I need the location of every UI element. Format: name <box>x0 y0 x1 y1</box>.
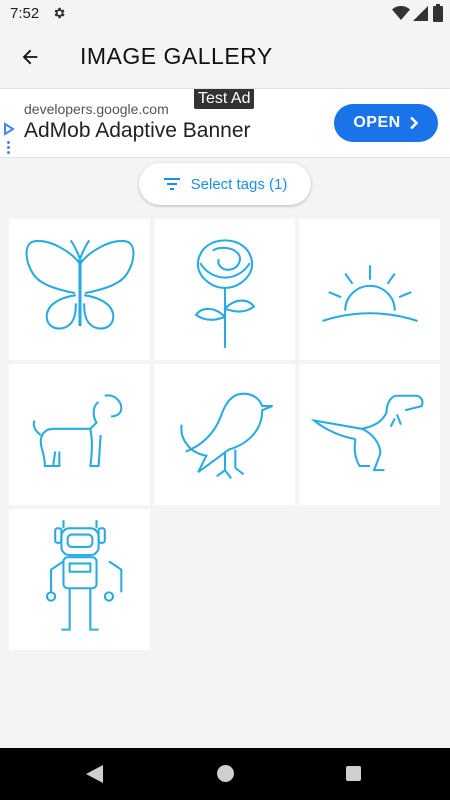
wifi-icon <box>392 6 410 20</box>
rose-image <box>194 238 255 348</box>
gallery-item-robot[interactable] <box>9 509 150 650</box>
gear-icon <box>54 7 65 19</box>
sunrise-image <box>321 264 418 322</box>
ad-headline: AdMob Adaptive Banner <box>24 119 251 142</box>
ad-open-label: OPEN <box>353 114 401 131</box>
battery-icon <box>433 4 443 22</box>
ad-open-button[interactable]: OPEN <box>334 104 438 142</box>
back-button[interactable] <box>14 41 46 73</box>
page-title: IMAGE GALLERY <box>80 43 273 69</box>
system-nav-bar <box>0 748 450 800</box>
nav-home-icon[interactable] <box>217 765 234 782</box>
nav-recents-icon[interactable] <box>346 766 361 781</box>
dinosaur-image <box>310 394 423 471</box>
signal-icon <box>413 6 428 21</box>
select-tags-button[interactable]: Select tags (1) <box>139 163 311 205</box>
gallery-item-sunrise[interactable] <box>299 219 440 360</box>
dog-image <box>32 393 122 467</box>
status-bar: 7:52 <box>0 0 450 28</box>
gallery-item-dinosaur[interactable] <box>299 364 440 505</box>
filter-list-icon <box>163 178 180 190</box>
arrow-back-icon <box>22 49 38 65</box>
test-ad-label: Test Ad <box>194 89 255 109</box>
ad-menu-icon[interactable] <box>7 141 10 156</box>
gallery-item-rose[interactable] <box>154 219 295 360</box>
status-time: 7:52 <box>10 5 40 22</box>
app-bar: IMAGE GALLERY <box>0 28 450 86</box>
butterfly-image <box>24 239 135 330</box>
select-tags-label: Select tags (1) <box>190 175 288 193</box>
robot-image <box>45 519 122 631</box>
ad-banner[interactable]: Test Ad developers.google.com AdMob Adap… <box>0 88 450 158</box>
nav-back-icon[interactable] <box>86 765 103 783</box>
chevron-right-icon <box>409 116 419 130</box>
gallery-item-bird[interactable] <box>154 364 295 505</box>
ad-domain: developers.google.com <box>24 101 169 117</box>
ad-choices-icon[interactable] <box>3 122 15 136</box>
gallery-item-dog[interactable] <box>9 364 150 505</box>
bird-image <box>179 392 273 479</box>
gallery-item-butterfly[interactable] <box>9 219 150 360</box>
